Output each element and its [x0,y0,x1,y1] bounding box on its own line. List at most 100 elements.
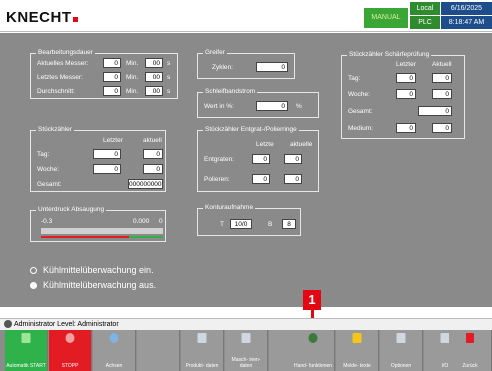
sharp-total-field: 0 [418,106,452,116]
radio-icon[interactable] [30,266,37,274]
cycles-field: 0 [256,62,288,72]
warning-icon [352,333,362,343]
mode-indicator: MANUAL [364,8,408,28]
group-title: Unterdruck Absaugung [36,206,107,213]
total-field: 000000000 [128,179,163,189]
document-icon [396,333,406,343]
stop-icon [65,333,75,343]
machine-data-button[interactable]: Masch- inen- daten [225,330,268,371]
unit-label: s [167,74,171,81]
date-display: 6/16/2025 [441,2,492,15]
row-label: Gesamt: [348,108,373,115]
unit-label: s [167,60,171,67]
row-label: Entgraten: [204,156,234,163]
sharp-day-last-field: 0 [396,73,416,83]
empty-button[interactable] [137,330,180,371]
manual-functions-button[interactable]: Hand- funktionen [292,330,335,371]
main-panel: Bearbeitungsdauer Aktuelles Messer: 0 Mi… [0,33,492,307]
coolant-off-label: Kühlmittelüberwachung aus. [43,280,157,290]
unit-label: Min. [126,74,139,81]
group-title: Bearbeitungsdauer [36,49,95,56]
group-title: Greifer [203,49,227,56]
start-icon [21,333,31,343]
user-status-bar: Administrator Level: Administrator [0,318,492,330]
deburr-last-field: 0 [252,154,270,164]
knecht-logo: KNECHT [6,9,78,26]
row-label: Zyklen: [212,64,233,71]
t-value-field: 10/0 [230,219,252,229]
entgrat-polier-group: Stückzähler Entgrat-/Polierringe Letzte … [197,126,319,192]
col-header: aktuell [143,137,162,144]
row-label: Durchschnitt: [37,88,75,95]
local-indicator: Local [410,2,440,15]
bearbeitungsdauer-group: Bearbeitungsdauer Aktuelles Messer: 0 Mi… [30,49,178,99]
sharp-medium-last-field: 0 [396,123,416,133]
back-button[interactable]: Zurück [449,330,492,371]
week-current-field: 0 [143,164,163,174]
b-value-field: 8 [282,219,296,229]
schleifbandstrom-group: Schleifbandstrom Wert in %: 0 % [197,88,319,118]
row-label: Tag: [348,75,361,82]
group-title: Schleifbandstrom [203,88,258,95]
col-header: Aktuell [432,61,452,68]
stop-button[interactable]: STOPP [49,330,92,371]
avg-min-field: 0 [103,86,121,96]
product-data-button[interactable]: Produkt- daten [181,330,224,371]
sharp-week-last-field: 0 [396,89,416,99]
gauge-max-label: 0 [159,218,163,225]
coolant-on-label: Kühlmittelüberwachung ein. [43,265,154,275]
axes-icon [109,333,119,343]
konturaufnahme-group: Konturaufnahme T 10/0 B 8 [197,204,301,236]
sharp-day-current-field: 0 [432,73,452,83]
gauge-min-label: -0.3 [41,218,53,225]
back-arrow-icon [466,333,474,343]
options-button[interactable]: Optionen [380,330,423,371]
col-header: Letzter [103,137,123,144]
row-label: Letztes Messer: [37,74,83,81]
day-current-field: 0 [143,149,163,159]
coolant-on-option[interactable]: Kühlmittelüberwachung ein. [30,265,154,275]
group-title: Stückzähler [36,126,74,133]
group-title: Stückzähler Entgrat-/Polierringe [203,126,299,133]
gauge-value-label: 0.000 [133,218,150,225]
row-label: Woche: [348,91,370,98]
automatic-start-button[interactable]: Automatik START [5,330,48,371]
group-title: Stückzähler Schärfeprüfung [347,51,432,58]
user-text: Administrator Level: Administrator [14,321,119,328]
sharp-medium-current-field: 0 [432,123,452,133]
week-last-field: 0 [93,164,121,174]
t-label: T [220,221,224,228]
vacuum-gauge-bar [41,228,163,234]
b-label: B [268,221,273,228]
unterdruck-group: Unterdruck Absaugung -0.3 0.000 0 [30,206,166,242]
avg-sec-field: 00 [145,86,163,96]
time-display: 8:18:47 AM [441,16,492,29]
col-header: aktuelle [290,141,313,148]
message-texts-button[interactable]: Melde- texte [336,330,379,371]
col-header: Letzter [396,61,416,68]
unit-label: Min. [126,88,139,95]
plc-indicator: PLC [410,16,440,29]
row-label: Medium: [348,125,373,132]
radio-selected-icon[interactable] [30,281,37,289]
callout-marker: 1 [303,290,321,310]
sharp-week-current-field: 0 [432,89,452,99]
last-min-field: 0 [103,72,121,82]
day-last-field: 0 [93,149,121,159]
polish-current-field: 0 [284,174,302,184]
axes-button[interactable]: Achsen [93,330,136,371]
row-label: Tag: [37,151,50,158]
greifer-group: Greifer Zyklen: 0 [197,49,295,79]
current-sec-field: 00 [145,58,163,68]
gauge-red-zone [41,236,129,238]
row-label: Gesamt: [37,181,62,188]
hand-icon [308,333,318,343]
stueckzaehler-group: Stückzähler Letzter aktuell Tag: 0 0 Woc… [30,126,166,192]
function-key-bar: Automatik START STOPP Achsen Produkt- da… [0,330,492,371]
deburr-current-field: 0 [284,154,302,164]
row-label: Woche: [37,166,59,173]
document-icon [241,333,251,343]
coolant-off-option[interactable]: Kühlmittelüberwachung aus. [30,280,156,290]
gauge-green-zone [129,236,163,238]
user-icon [4,320,12,329]
